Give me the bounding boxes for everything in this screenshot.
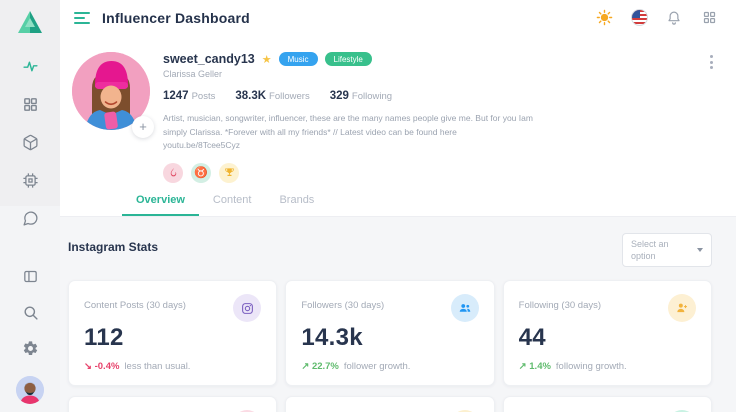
tab-overview[interactable]: Overview	[122, 185, 199, 216]
trophy-icon	[219, 163, 239, 183]
card-followers: Followers (30 days) 14.3k ↗ 22.7%followe…	[285, 280, 494, 386]
tab-content[interactable]: Content	[199, 185, 266, 216]
bell-icon[interactable]	[665, 9, 683, 27]
profile-full-name: Clarissa Geller	[163, 69, 707, 79]
top-header: Influencer Dashboard	[60, 0, 736, 35]
page-title: Influencer Dashboard	[102, 10, 250, 26]
apps-grid-icon[interactable]	[700, 9, 718, 27]
package-icon[interactable]	[22, 134, 39, 151]
card-label: Content Posts (30 days)	[84, 294, 186, 311]
profile-bio: Artist, musician, songwriter, influencer…	[163, 112, 535, 153]
grid-icon[interactable]	[22, 96, 39, 113]
users-group-icon	[451, 294, 479, 322]
dropdown-placeholder: Select an option	[631, 238, 683, 262]
card-delta: ↗ 22.7%follower growth.	[301, 361, 478, 372]
stats-cards-row-2: Likes (30 days) Comments (30 days)	[68, 396, 712, 412]
chat-icon[interactable]	[22, 210, 39, 227]
user-plus-icon	[668, 294, 696, 322]
card-content-posts: Content Posts (30 days) 112 ↘ -0.4%less …	[68, 280, 277, 386]
section-title: Instagram Stats	[68, 240, 158, 254]
taurus-icon: ♉	[191, 163, 211, 183]
stats-section-header: Instagram Stats Select an option	[68, 233, 712, 267]
cpu-icon[interactable]	[22, 172, 39, 189]
trend-down-icon: ↘	[84, 361, 92, 372]
stats-filter-dropdown[interactable]: Select an option	[622, 233, 712, 267]
card-delta: ↘ -0.4%less than usual.	[84, 361, 261, 372]
trend-up-icon: ↗	[301, 361, 309, 372]
activity-icon[interactable]	[22, 58, 39, 75]
sidebar-bottom-nav	[16, 268, 44, 404]
search-icon[interactable]	[22, 304, 39, 321]
profile-tabs: Overview Content Brands	[60, 185, 736, 217]
card-value: 14.3k	[301, 324, 478, 352]
instagram-icon	[233, 294, 261, 322]
sidebar-nav	[22, 58, 39, 227]
card-label: Following (30 days)	[519, 294, 601, 311]
profile-info: sweet_candy13 ★ Music Lifestyle Clarissa…	[163, 52, 707, 183]
stat-following: 329Following	[330, 90, 392, 102]
card-label: Followers (30 days)	[301, 294, 384, 311]
chevron-down-icon	[697, 248, 703, 252]
fire-icon	[163, 163, 183, 183]
profile-avatar-wrap: +	[72, 52, 150, 130]
header-actions	[595, 9, 718, 27]
sidebar	[0, 0, 60, 412]
hamburger-menu-icon[interactable]	[74, 12, 90, 24]
profile-username: sweet_candy13	[163, 52, 255, 66]
badge-music: Music	[279, 52, 318, 66]
card-value: 112	[84, 324, 261, 352]
avatar-add-button[interactable]: +	[132, 116, 154, 138]
trend-up-icon: ↗	[519, 361, 527, 372]
stat-posts: 1247Posts	[163, 90, 215, 102]
card-comments: Comments (30 days)	[285, 396, 494, 412]
content-column: Influencer Dashboard +	[60, 0, 736, 412]
influencer-dashboard-app: Influencer Dashboard +	[0, 0, 736, 412]
main-content: Instagram Stats Select an option Content…	[60, 217, 736, 412]
card-delta: ↗ 1.4%following growth.	[519, 361, 696, 372]
tab-brands[interactable]: Brands	[265, 185, 328, 216]
card-following: Following (30 days) 44 ↗ 1.4%following g…	[503, 280, 712, 386]
card-value: 44	[519, 324, 696, 352]
profile-section: + sweet_candy13 ★ Music Lifestyle Claris…	[60, 35, 736, 183]
stat-followers: 38.3KFollowers	[235, 90, 309, 102]
profile-more-menu-icon[interactable]	[707, 52, 716, 72]
card-likes: Likes (30 days)	[68, 396, 277, 412]
card-profile-views: Profile Views (30 days)	[503, 396, 712, 412]
star-icon: ★	[262, 53, 272, 66]
sidebar-user-avatar[interactable]	[16, 376, 44, 404]
sun-icon[interactable]	[595, 9, 613, 27]
gear-icon[interactable]	[22, 340, 39, 357]
badge-lifestyle: Lifestyle	[325, 52, 372, 66]
profile-chips: ♉	[163, 163, 707, 183]
stats-cards-row-1: Content Posts (30 days) 112 ↘ -0.4%less …	[68, 280, 712, 386]
us-flag-icon[interactable]	[630, 9, 648, 27]
app-logo-icon[interactable]	[15, 8, 45, 36]
columns-icon[interactable]	[22, 268, 39, 285]
profile-stats: 1247Posts 38.3KFollowers 329Following	[163, 90, 707, 102]
